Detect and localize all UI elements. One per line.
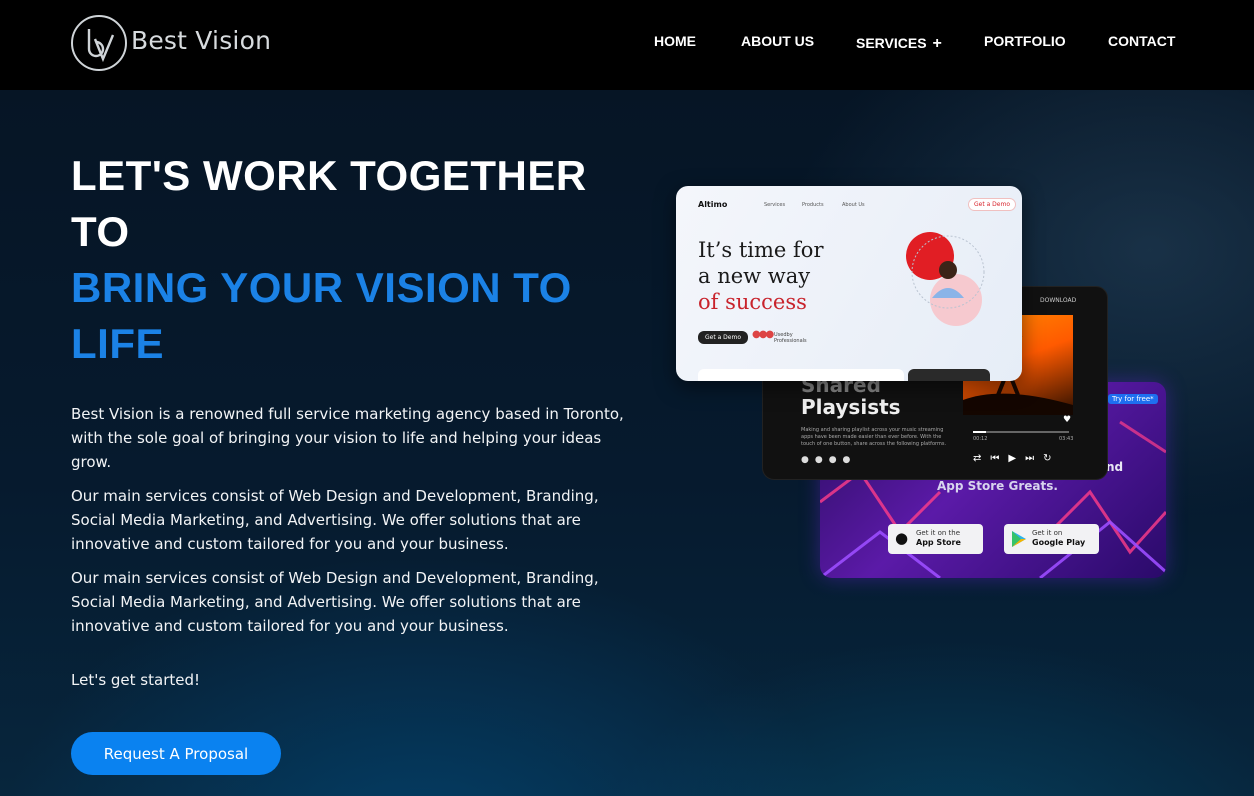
progress-fill <box>973 431 987 433</box>
services-paragraph-repeat: Our main services consist of Web Design … <box>71 569 599 635</box>
altimo-bottom-dark <box>908 369 990 381</box>
nav-services-label: SERVICES <box>856 35 927 51</box>
hero-heading-line1: LET'S WORK TOGETHER <box>71 152 587 199</box>
altimo-pill-button: Get a Demo <box>698 331 749 344</box>
time-end: 03:43 <box>1059 436 1074 442</box>
altimo-nav-about: About Us <box>842 202 865 208</box>
platform-icons: ●●●● <box>801 455 857 465</box>
app-store-big: App Store <box>916 538 961 547</box>
time-start: 00:12 <box>973 436 988 442</box>
hero-heading-line4: LIFE <box>71 320 164 367</box>
request-proposal-button[interactable]: Request A Proposal <box>71 732 281 775</box>
heart-icon: ♥ <box>1063 415 1072 425</box>
altimo-mockup-card: Altimo Services Products About Us Get a … <box>676 186 1022 381</box>
nav-portfolio[interactable]: PORTFOLIO <box>984 33 1066 49</box>
music-description: Making and sharing playlist across your … <box>801 427 947 447</box>
apple-icon: ● <box>895 529 909 547</box>
site-header: Best Vision HOME ABOUT US SERVICES + PORT… <box>0 0 1254 90</box>
altimo-brand: Altimo <box>698 200 728 209</box>
google-play-badge: Get it on Google Play <box>1004 524 1099 554</box>
app-store-small: Get it on the <box>916 529 961 537</box>
altimo-demo-button: Get a Demo <box>968 198 1017 211</box>
google-play-icon <box>1012 531 1026 547</box>
nav-about-us[interactable]: ABOUT US <box>741 33 814 49</box>
google-play-small: Get it on <box>1032 529 1063 537</box>
music-title-2: Playsists <box>801 395 901 419</box>
app-title-fragment: nd <box>1106 460 1124 474</box>
altimo-nav-products: Products <box>802 202 824 208</box>
altimo-headline-2: a new way <box>698 264 811 288</box>
app-store-badge: ● Get it on the App Store <box>888 524 983 554</box>
google-play-big: Google Play <box>1032 538 1086 547</box>
cta-text: Let's get started! <box>71 671 201 689</box>
plus-icon: + <box>932 35 942 52</box>
hero-heading-line3: BRING YOUR VISION TO <box>71 264 572 311</box>
nav-contact[interactable]: CONTACT <box>1108 33 1175 49</box>
intro-paragraph: Best Vision is a renowned full service m… <box>71 405 624 471</box>
altimo-nav-services: Services <box>764 202 786 208</box>
main-nav: HOME ABOUT US SERVICES + PORTFOLIO CONTAC… <box>0 33 1254 53</box>
progress-track <box>973 431 1069 433</box>
app-subtitle: App Store Greats. <box>937 479 1058 493</box>
hero-heading-line2: TO <box>71 208 130 255</box>
nav-home[interactable]: HOME <box>654 33 696 49</box>
download-link: DOWNLOAD <box>1040 297 1077 304</box>
altimo-badge: Usedby Professionals <box>774 332 807 344</box>
avatar-group-icon: ●●● <box>752 329 774 340</box>
altimo-headline-3: of success <box>698 290 807 314</box>
altimo-bottom-bar <box>698 369 904 381</box>
services-paragraph: Our main services consist of Web Design … <box>71 487 599 553</box>
player-controls: ⇄⏮▶⏭↻ <box>973 453 1061 464</box>
try-free-badge: Try for free* <box>1108 394 1158 404</box>
nav-services[interactable]: SERVICES + <box>856 35 942 53</box>
portrait-graphic <box>906 232 985 326</box>
altimo-headline-1: It’s time for <box>698 238 824 262</box>
